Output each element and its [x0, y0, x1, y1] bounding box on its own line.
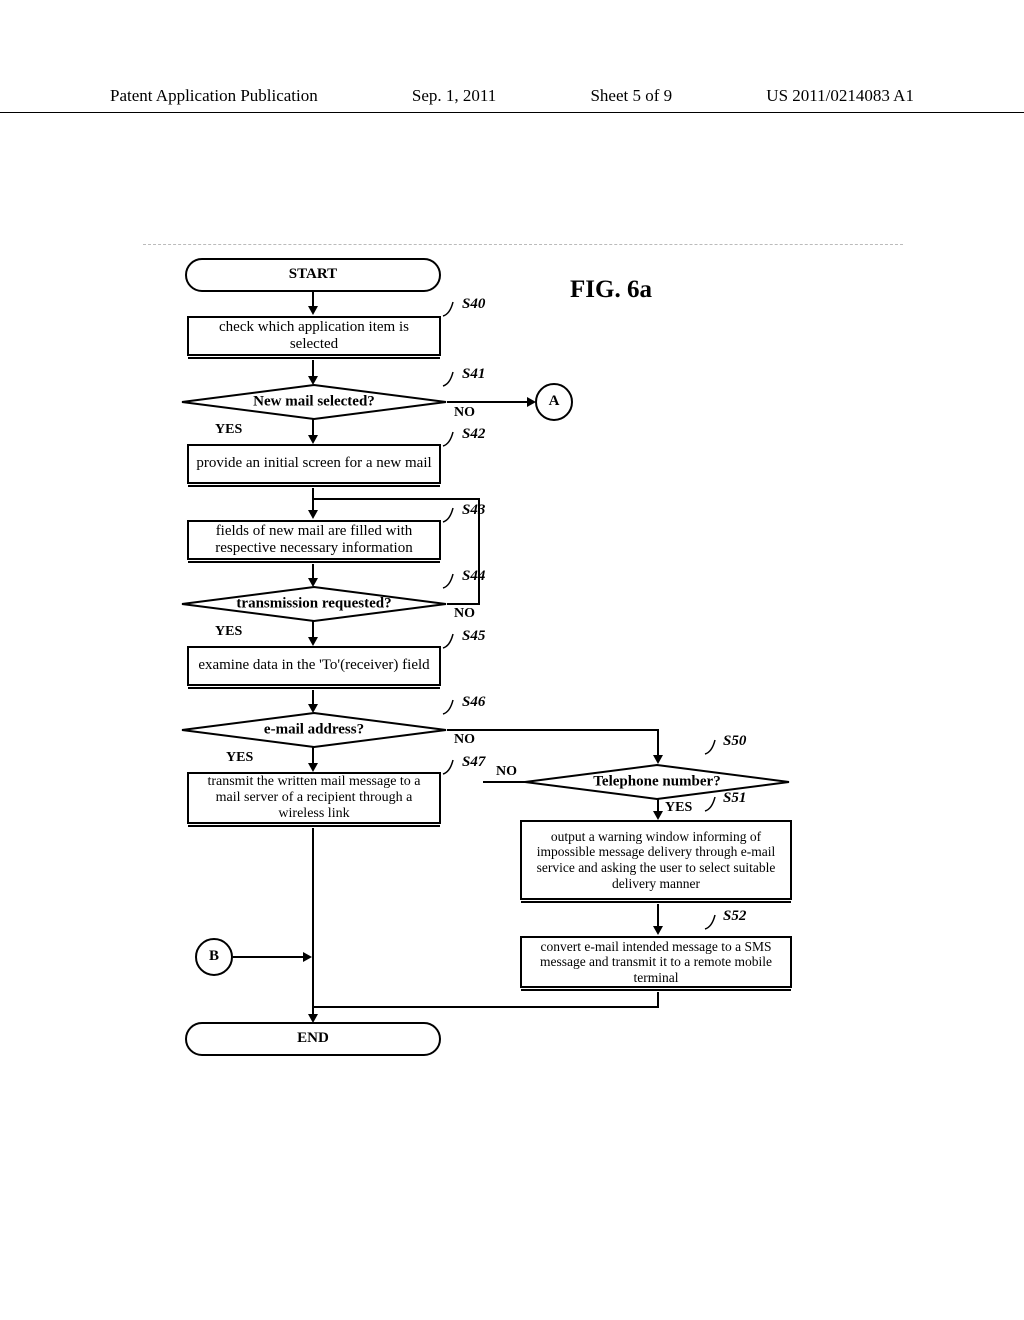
arrowhead-icon — [303, 952, 312, 962]
decorative-rule — [143, 244, 903, 245]
decision-s44: transmission requested? — [181, 586, 447, 622]
connector-a: A — [535, 383, 573, 421]
end-label: END — [297, 1030, 329, 1047]
arrow — [314, 1006, 659, 1008]
arrow — [312, 498, 480, 500]
arrowhead-icon — [308, 510, 318, 519]
decision-s46: e-mail address? — [181, 712, 447, 748]
arrow — [447, 603, 480, 605]
arrowhead-icon — [653, 755, 663, 764]
arrowhead-icon — [308, 637, 318, 646]
text-s45: examine data in the 'To'(receiver) field — [198, 657, 429, 674]
arrowhead-icon — [308, 435, 318, 444]
process-s52: convert e-mail intended message to a SMS… — [520, 936, 792, 988]
label-s40: S40 — [462, 296, 485, 313]
ref-s52 — [703, 913, 723, 931]
arrow — [447, 401, 529, 403]
arrow — [233, 956, 305, 958]
label-s41: S41 — [462, 366, 485, 383]
arrow — [657, 904, 659, 928]
header-sheet: Sheet 5 of 9 — [590, 86, 672, 106]
ref-s47 — [441, 758, 461, 776]
edge-no-s46: NO — [454, 732, 475, 748]
edge-yes-s44: YES — [215, 624, 242, 640]
arrowhead-icon — [308, 306, 318, 315]
arrowhead-icon — [653, 926, 663, 935]
label-s42: S42 — [462, 426, 485, 443]
connector-b-label: B — [209, 948, 219, 965]
arrow — [478, 498, 480, 605]
header-pubno: US 2011/0214083 A1 — [766, 86, 914, 106]
ref-s40 — [441, 300, 461, 318]
text-s52: convert e-mail intended message to a SMS… — [528, 939, 784, 986]
start-terminal: START — [185, 258, 441, 292]
process-s45: examine data in the 'To'(receiver) field — [187, 646, 441, 686]
ref-s42 — [441, 430, 461, 448]
ref-s43 — [441, 506, 461, 524]
label-s47: S47 — [462, 754, 485, 771]
text-s47: transmit the written mail message to a m… — [195, 774, 433, 822]
connector-b: B — [195, 938, 233, 976]
ref-s51 — [703, 795, 723, 813]
arrow — [312, 828, 314, 1016]
label-s45: S45 — [462, 628, 485, 645]
text-s46: e-mail address? — [264, 722, 364, 739]
text-s50: Telephone number? — [593, 774, 720, 791]
arrow — [483, 781, 525, 783]
text-s51: output a warning window informing of imp… — [528, 829, 784, 891]
arrowhead-icon — [308, 763, 318, 772]
label-s51: S51 — [723, 790, 746, 807]
edge-no-s44: NO — [454, 606, 475, 622]
arrow — [312, 488, 314, 512]
arrow — [447, 729, 659, 731]
edge-no-s50: NO — [496, 764, 517, 780]
label-s52: S52 — [723, 908, 746, 925]
decision-s41: New mail selected? — [181, 384, 447, 420]
process-s51: output a warning window informing of imp… — [520, 820, 792, 900]
edge-yes-s41: YES — [215, 422, 242, 438]
text-s41: New mail selected? — [253, 394, 375, 411]
text-s44: transmission requested? — [236, 596, 391, 613]
text-s43: fields of new mail are filled with respe… — [195, 523, 433, 558]
text-s42: provide an initial screen for a new mail — [196, 455, 431, 472]
label-s43: S43 — [462, 502, 485, 519]
page-header: Patent Application Publication Sep. 1, 2… — [0, 86, 1024, 113]
arrowhead-icon — [653, 811, 663, 820]
process-s40: check which application item is selected — [187, 316, 441, 356]
process-s43: fields of new mail are filled with respe… — [187, 520, 441, 560]
text-s40: check which application item is selected — [195, 319, 433, 354]
label-s44: S44 — [462, 568, 485, 585]
label-s50: S50 — [723, 733, 746, 750]
connector-a-label: A — [549, 393, 560, 410]
start-label: START — [289, 266, 337, 283]
arrow — [657, 729, 659, 757]
process-s47: transmit the written mail message to a m… — [187, 772, 441, 824]
decision-s50: Telephone number? — [524, 764, 790, 800]
edge-yes-s50: YES — [665, 800, 692, 816]
ref-s50 — [703, 738, 723, 756]
process-s42: provide an initial screen for a new mail — [187, 444, 441, 484]
edge-no-s41: NO — [454, 405, 475, 421]
ref-s45 — [441, 632, 461, 650]
end-terminal: END — [185, 1022, 441, 1056]
label-s46: S46 — [462, 694, 485, 711]
figure-title: FIG. 6a — [570, 276, 652, 304]
header-date: Sep. 1, 2011 — [412, 86, 496, 106]
header-left: Patent Application Publication — [110, 86, 318, 106]
edge-yes-s46: YES — [226, 750, 253, 766]
